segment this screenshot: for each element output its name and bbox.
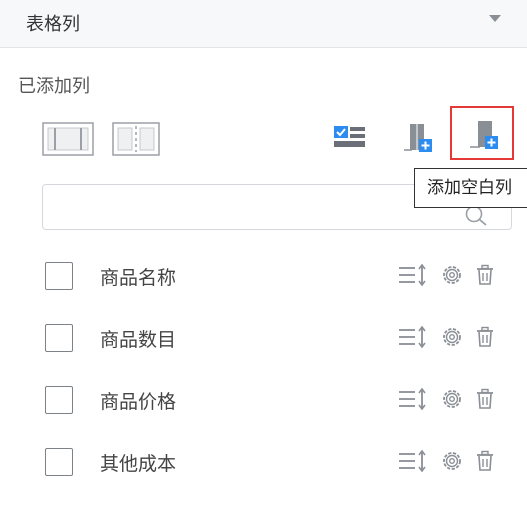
layout-split-icon[interactable] (112, 122, 160, 156)
gear-icon[interactable] (441, 388, 463, 414)
sort-icon[interactable] (398, 449, 428, 476)
chevron-down-icon[interactable] (489, 15, 501, 22)
add-column-icon[interactable] (402, 122, 434, 154)
list-item: 商品数目 (0, 314, 527, 364)
gear-icon[interactable] (441, 450, 463, 476)
column-search-input[interactable] (51, 191, 455, 225)
column-checkbox[interactable] (45, 448, 73, 476)
gear-icon[interactable] (441, 326, 463, 352)
added-columns-label: 已添加列 (18, 76, 90, 97)
layout-full-width-icon[interactable] (42, 122, 94, 156)
section-title: 表格列 (26, 14, 80, 35)
column-checkbox[interactable] (45, 386, 73, 414)
column-checkbox[interactable] (45, 324, 73, 352)
sort-icon[interactable] (398, 387, 428, 414)
highlight-frame (450, 106, 514, 160)
list-item: 商品价格 (0, 376, 527, 426)
add-blank-column-tooltip: 添加空白列 (414, 168, 527, 208)
trash-icon[interactable] (474, 326, 496, 352)
column-name-label: 商品价格 (100, 391, 177, 413)
section-header[interactable]: 表格列 (0, 0, 527, 48)
select-all-columns-icon[interactable] (333, 124, 367, 150)
list-item: 其他成本 (0, 438, 527, 488)
table-columns-panel: 表格列 已添加列 添加空白列 商品名称 商品数目 商品价格 其他成本 (0, 0, 527, 513)
sort-icon[interactable] (398, 263, 428, 290)
trash-icon[interactable] (474, 450, 496, 476)
gear-icon[interactable] (441, 264, 463, 290)
column-name-label: 其他成本 (100, 453, 177, 475)
column-checkbox[interactable] (45, 262, 73, 290)
list-item: 商品名称 (0, 252, 527, 302)
column-name-label: 商品名称 (100, 267, 177, 289)
trash-icon[interactable] (474, 388, 496, 414)
search-icon[interactable] (464, 204, 490, 232)
column-name-label: 商品数目 (100, 329, 177, 351)
sort-icon[interactable] (398, 325, 428, 352)
trash-icon[interactable] (474, 264, 496, 290)
